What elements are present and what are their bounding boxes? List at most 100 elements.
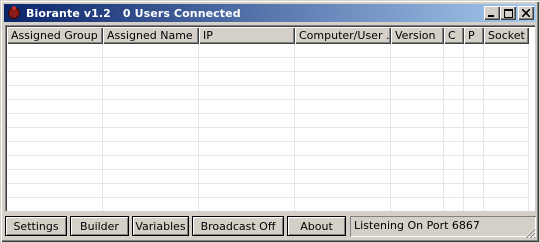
table-cell-assigned-name (103, 58, 199, 72)
table-cell-socket (484, 128, 529, 142)
settings-button[interactable]: Settings (5, 216, 67, 236)
maximize-icon (503, 8, 513, 18)
table-cell-computer-user (295, 58, 391, 72)
table-cell-c (444, 72, 464, 86)
table-cell-computer-user (295, 114, 391, 128)
table-cell-c (444, 156, 464, 170)
table-cell-assigned-name (103, 128, 199, 142)
table-cell-version (391, 72, 444, 86)
table-cell-assigned-group (7, 100, 103, 114)
table-row[interactable] (7, 128, 529, 142)
table-cell-assigned-name (103, 156, 199, 170)
table-cell-socket (484, 142, 529, 156)
table-cell-assigned-name (103, 142, 199, 156)
main-window: Biorante v1.2 0 Users Connected Assigned… (0, 0, 540, 243)
table-cell-c (444, 184, 464, 198)
table-cell-c (444, 86, 464, 100)
table-cell-assigned-group (7, 128, 103, 142)
table-cell-socket (484, 58, 529, 72)
builder-button[interactable]: Builder (70, 216, 129, 236)
table-row[interactable] (7, 156, 529, 170)
table-row[interactable] (7, 58, 529, 72)
resize-grip-icon[interactable] (524, 227, 536, 239)
table-cell-socket (484, 72, 529, 86)
table-cell-assigned-name (103, 198, 199, 211)
table-cell-ip (199, 72, 295, 86)
table-cell-assigned-name (103, 114, 199, 128)
biorante-app-icon[interactable] (7, 6, 21, 20)
close-button[interactable] (518, 6, 534, 20)
table-cell-assigned-group (7, 72, 103, 86)
table-row[interactable] (7, 86, 529, 100)
minimize-icon (488, 15, 494, 17)
table-cell-assigned-group (7, 114, 103, 128)
table-cell-computer-user (295, 44, 391, 58)
table-row[interactable] (7, 184, 529, 198)
table-cell-ip (199, 156, 295, 170)
column-header-assigned-group[interactable]: Assigned Group (7, 27, 103, 44)
column-header-version[interactable]: Version (391, 27, 444, 44)
table-cell-p (464, 100, 484, 114)
table-cell-p (464, 170, 484, 184)
table-cell-assigned-group (7, 156, 103, 170)
table-cell-p (464, 58, 484, 72)
table-cell-version (391, 100, 444, 114)
table-cell-version (391, 128, 444, 142)
column-header-p[interactable]: P (464, 27, 484, 44)
table-cell-assigned-group (7, 58, 103, 72)
column-header-ip[interactable]: IP (199, 27, 295, 44)
table-cell-ip (199, 142, 295, 156)
table-cell-assigned-name (103, 100, 199, 114)
column-header-computer-user[interactable]: Computer/User ... (295, 27, 391, 44)
users-table[interactable]: Assigned Group Assigned Name IP Computer… (5, 25, 535, 211)
table-cell-assigned-group (7, 170, 103, 184)
column-header-c[interactable]: C (444, 27, 464, 44)
table-cell-computer-user (295, 72, 391, 86)
table-cell-c (444, 170, 464, 184)
table-cell-assigned-group (7, 198, 103, 211)
table-cell-version (391, 156, 444, 170)
table-row[interactable] (7, 44, 529, 58)
table-cell-computer-user (295, 128, 391, 142)
maximize-button[interactable] (500, 6, 516, 20)
minimize-button[interactable] (484, 6, 500, 20)
table-cell-p (464, 184, 484, 198)
table-cell-version (391, 184, 444, 198)
table-cell-c (444, 114, 464, 128)
table-cell-assigned-group (7, 86, 103, 100)
table-cell-version (391, 86, 444, 100)
table-row[interactable] (7, 72, 529, 86)
table-row[interactable] (7, 114, 529, 128)
table-cell-assigned-group (7, 44, 103, 58)
broadcast-toggle-button[interactable]: Broadcast Off (192, 216, 284, 236)
table-body (7, 44, 529, 211)
table-cell-socket (484, 114, 529, 128)
table-cell-computer-user (295, 86, 391, 100)
table-cell-assigned-name (103, 44, 199, 58)
table-cell-c (444, 44, 464, 58)
table-cell-c (444, 58, 464, 72)
table-cell-version (391, 142, 444, 156)
table-cell-socket (484, 100, 529, 114)
variables-button[interactable]: Variables (132, 216, 189, 236)
button-bar: Settings Builder Variables Broadcast Off… (5, 215, 349, 237)
table-cell-socket (484, 198, 529, 211)
column-header-assigned-name[interactable]: Assigned Name (103, 27, 199, 44)
table-row[interactable] (7, 100, 529, 114)
table-cell-assigned-name (103, 170, 199, 184)
table-cell-ip (199, 170, 295, 184)
column-header-socket[interactable]: Socket (484, 27, 529, 44)
table-row[interactable] (7, 170, 529, 184)
close-icon (522, 9, 530, 17)
table-cell-ip (199, 198, 295, 211)
table-row[interactable] (7, 142, 529, 156)
table-cell-computer-user (295, 184, 391, 198)
table-cell-assigned-group (7, 142, 103, 156)
table-cell-version (391, 58, 444, 72)
title-bar[interactable]: Biorante v1.2 0 Users Connected (4, 4, 536, 22)
window-controls (484, 6, 534, 20)
table-row[interactable] (7, 198, 529, 211)
table-cell-assigned-name (103, 72, 199, 86)
about-button[interactable]: About (287, 216, 346, 236)
table-cell-computer-user (295, 170, 391, 184)
